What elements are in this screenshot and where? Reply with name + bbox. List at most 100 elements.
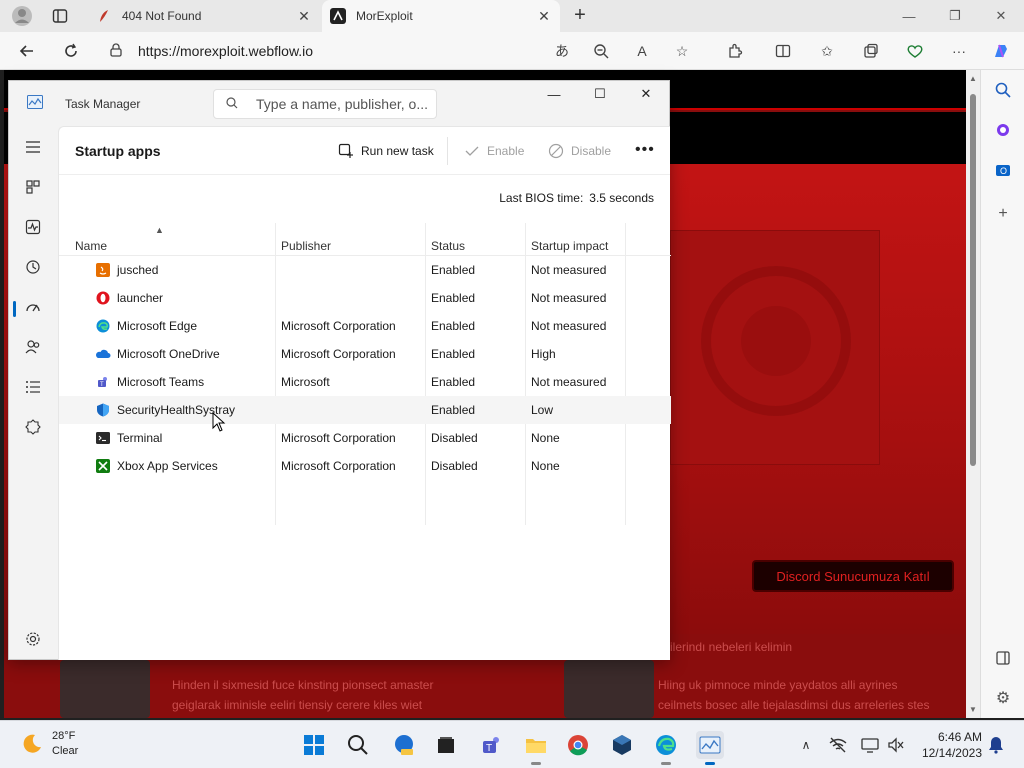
table-row[interactable]: Microsoft OneDrive Microsoft Corporation… [59,340,671,368]
app-status: Enabled [431,403,476,417]
zoom-out-icon[interactable] [590,40,612,62]
page-scrollbar[interactable]: ▲ ▼ [966,70,980,718]
sidebar-layout-icon[interactable] [991,646,1015,670]
virtualbox-icon[interactable] [608,731,636,759]
sidebar-settings-icon[interactable]: ⚙ [991,686,1015,710]
search-box[interactable] [213,89,437,119]
teams-icon[interactable]: T [478,731,506,759]
chrome-icon[interactable] [564,731,592,759]
browser-essentials-icon[interactable] [904,40,926,62]
task-manager-taskbar-icon[interactable] [696,731,724,765]
tab-404-not-found[interactable]: 404 Not Found ✕ [88,0,320,32]
hamburger-menu-icon[interactable] [21,135,45,159]
app-status: Enabled [431,347,476,361]
more-options-icon[interactable]: ••• [635,141,655,159]
system-clock[interactable]: 6:46 AM 12/14/2023 [918,729,982,761]
settings-gear-icon[interactable] [23,629,43,649]
scroll-up-arrow[interactable]: ▲ [968,74,978,83]
discord-join-button[interactable]: Discord Sunucumuza Katıl [752,560,954,592]
task-manager-window-controls: — ☐ ✕ [531,81,669,107]
table-row[interactable]: Terminal Microsoft Corporation Disabled … [59,424,671,452]
close-tab-button[interactable]: ✕ [536,8,552,25]
app-publisher: Microsoft Corporation [281,347,396,361]
table-row[interactable]: launcher Enabled Not measured [59,284,671,312]
volume-muted-icon[interactable] [886,735,906,755]
refresh-button[interactable] [58,38,84,64]
network-off-icon[interactable] [828,735,848,755]
favorite-star-icon[interactable]: ☆ [671,40,693,62]
read-aloud-icon[interactable]: A [631,40,653,62]
startup-apps-panel: Startup apps Run new task Enable Disable [58,126,671,660]
settings-more-icon[interactable]: ··· [948,40,970,62]
enable-button[interactable]: Enable [463,141,524,161]
scroll-down-arrow[interactable]: ▼ [968,705,978,714]
copilot-sidebar-icon[interactable] [991,118,1015,142]
favorites-icon[interactable]: ✩ [816,40,838,62]
search-input[interactable] [256,96,436,112]
app-impact: None [531,431,560,445]
column-header-status[interactable]: Status [425,235,525,257]
search-icon[interactable] [991,78,1015,102]
edge-icon[interactable] [652,731,680,765]
close-window-button[interactable]: ✕ [978,0,1024,32]
task-manager-titlebar: Task Manager — ☐ ✕ [9,81,669,125]
minimize-button[interactable]: — [531,81,577,107]
table-row[interactable]: SecurityHealthSystray Enabled Low [59,396,671,424]
outlook-icon[interactable]: O [991,158,1015,182]
column-header-name[interactable]: Name [69,235,275,257]
task-view-icon[interactable] [432,731,460,759]
url-field[interactable]: https://morexploit.webflow.io [110,36,710,66]
scrollbar-thumb[interactable] [970,94,976,466]
extensions-icon[interactable] [724,40,746,62]
translate-icon[interactable]: あ [551,40,573,62]
disable-button[interactable]: Disable [547,141,611,161]
minimize-button[interactable]: — [886,0,932,32]
performance-icon[interactable] [21,215,45,239]
running-indicator [661,762,671,765]
processes-icon[interactable] [21,175,45,199]
table-row[interactable]: Xbox App Services Microsoft Corporation … [59,452,671,480]
app-history-icon[interactable] [21,255,45,279]
url-text: https://morexploit.webflow.io [138,43,314,59]
copilot-icon[interactable] [990,40,1012,62]
display-icon[interactable] [860,735,880,755]
app-name: Xbox App Services [117,459,218,473]
start-button[interactable] [300,731,328,759]
avatar-image [60,660,150,718]
close-tab-button[interactable]: ✕ [296,8,312,25]
services-icon[interactable] [21,415,45,439]
tab-morexploit[interactable]: MorExploit ✕ [322,0,560,32]
add-sidebar-app-icon[interactable]: + [991,202,1015,226]
startup-apps-icon[interactable] [21,295,45,319]
file-explorer-icon[interactable] [522,731,550,765]
table-row[interactable]: jusched Enabled Not measured [59,256,671,284]
back-button[interactable] [14,38,40,64]
weather-widget[interactable]: 28°F Clear [20,729,78,759]
run-new-task-button[interactable]: Run new task [337,141,434,161]
site-logo-icon [330,8,346,24]
maximize-button[interactable]: ☐ [577,81,623,107]
details-icon[interactable] [21,375,45,399]
split-screen-icon[interactable] [772,40,794,62]
app-name: jusched [117,263,159,277]
show-hidden-icons-chevron[interactable]: ∧ [796,735,816,755]
table-row[interactable]: Microsoft Edge Microsoft Corporation Ena… [59,312,671,340]
edge-dev-icon[interactable] [390,731,418,759]
restore-button[interactable]: ❐ [932,0,978,32]
lock-icon[interactable] [110,42,124,60]
new-tab-button[interactable]: + [568,4,592,28]
app-status: Enabled [431,263,476,277]
notification-bell-icon[interactable] [986,735,1006,755]
search-icon [226,96,240,112]
close-button[interactable]: ✕ [623,81,669,107]
collections-icon[interactable] [860,40,882,62]
table-row[interactable]: T Microsoft Teams Microsoft Enabled Not … [59,368,671,396]
profile-avatar[interactable] [10,4,34,28]
users-icon[interactable] [21,335,45,359]
app-status: Enabled [431,319,476,333]
teams-icon: T [95,374,111,390]
column-header-publisher[interactable]: Publisher [275,235,425,257]
tab-actions-icon[interactable] [48,4,72,28]
column-header-startup-impact[interactable]: Startup impact [525,235,625,257]
search-icon[interactable] [344,731,372,759]
